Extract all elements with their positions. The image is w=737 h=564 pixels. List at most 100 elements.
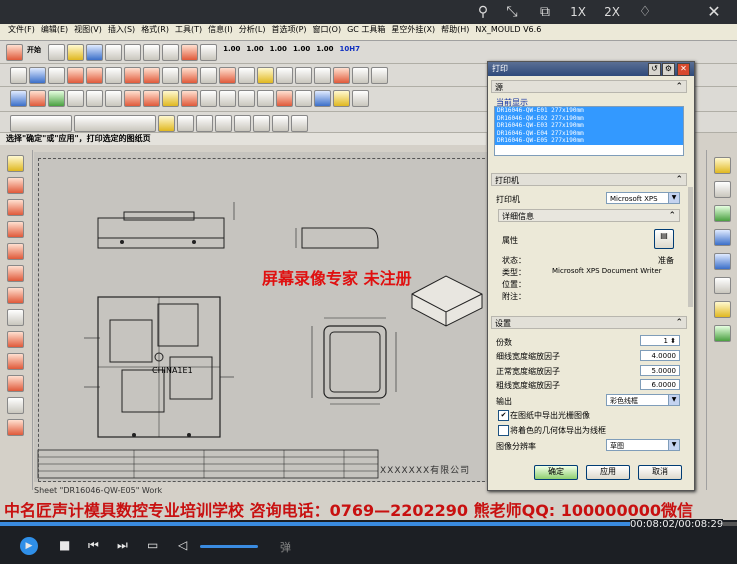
triangle-icon[interactable] [219,90,236,107]
midpoint-icon[interactable] [215,115,232,132]
pencil-icon[interactable] [180,44,198,61]
line-width-5[interactable]: 1.00 [316,45,333,53]
section-view-icon[interactable] [124,67,141,84]
angular-dim-icon[interactable] [7,287,24,304]
target-icon[interactable] [257,90,274,107]
surface-finish-icon[interactable] [295,90,312,107]
break-view-icon[interactable] [181,67,198,84]
reset-icon[interactable]: ↺ [648,63,661,76]
centerline-icon[interactable] [352,67,369,84]
undo-icon[interactable] [104,44,122,61]
sheet-icon[interactable] [48,67,65,84]
thin-width-input[interactable]: 4.0000 [640,350,680,361]
display-icon[interactable] [219,67,236,84]
base-view-icon[interactable] [67,67,84,84]
sheet-list-item[interactable]: DR16046-QW-E03 277x190mm [495,122,683,130]
popout-icon[interactable]: ⧉ [532,2,558,22]
diameter-dim-icon[interactable] [7,353,24,370]
next-icon[interactable]: ⏭ [117,538,128,553]
note-frame-icon[interactable] [67,90,84,107]
apply-button[interactable]: 应用 [586,465,630,480]
vertical-dim-icon[interactable] [7,199,24,216]
ordinate-tool-icon[interactable] [7,419,24,436]
sheet-list-item[interactable]: DR16046-QW-E02 277x190mm [495,114,683,123]
remove-view-icon[interactable] [314,67,331,84]
pin-icon[interactable]: ⚲ [470,2,496,22]
constraint-navigator-icon[interactable] [714,181,731,198]
hole-dim-icon[interactable] [7,331,24,348]
roles-icon[interactable] [714,325,731,342]
intersection-icon[interactable] [253,115,270,132]
half-section-icon[interactable] [143,67,160,84]
text-icon[interactable] [314,90,331,107]
center-icon[interactable] [272,115,289,132]
start-icon[interactable] [6,44,23,61]
speed-2x-button[interactable]: 2X [599,2,625,22]
settings-icon[interactable]: ⚙ [662,63,675,76]
parallel-dim-icon[interactable] [7,221,24,238]
arc-length-icon[interactable] [7,397,24,414]
sheet-list-item[interactable]: DR16046-QW-E05 277x190mm [495,137,683,145]
endpoint-icon[interactable] [196,115,213,132]
output-select[interactable]: 彩色线框 ▼ [606,394,680,406]
grid-icon[interactable] [124,90,141,107]
perpendicular-dim-icon[interactable] [7,243,24,260]
view-boundary-icon[interactable] [200,67,217,84]
dialog-close-icon[interactable]: ✕ [677,63,690,76]
control-point-icon[interactable] [234,115,251,132]
volume-icon[interactable]: ◁ [178,538,187,552]
dimension-tool-icon[interactable] [7,177,24,194]
system-materials-icon[interactable] [714,301,731,318]
shaded-wireframe-checkbox[interactable] [498,425,509,436]
projected-view-icon[interactable] [86,67,103,84]
update-view-icon[interactable] [238,67,255,84]
chamfer-dim-icon[interactable] [29,90,46,107]
volume-slider[interactable] [200,545,258,548]
select-arrow-icon[interactable] [7,155,24,172]
new-file-icon[interactable] [47,44,65,61]
previous-icon[interactable]: ⏮ [88,538,99,553]
select-icon[interactable] [29,67,46,84]
angle-icon[interactable] [238,90,255,107]
play-icon[interactable]: ▶ [20,537,38,555]
hidden-line-icon[interactable] [333,67,350,84]
chamfer-tool-icon[interactable] [7,265,24,282]
dialog-scrollbar[interactable] [688,187,693,307]
assembly-navigator-icon[interactable] [714,157,731,174]
normal-width-input[interactable]: 5.0000 [640,365,680,376]
wireframe-icon[interactable] [161,44,179,61]
revolved-section-icon[interactable] [162,67,179,84]
danmu-toggle[interactable]: 弹 [280,539,291,555]
cylindrical-dim-icon[interactable] [7,309,24,326]
line-width-3[interactable]: 1.00 [270,45,287,53]
printer-section-header[interactable]: 打印机 ⌃ [491,173,687,186]
line-width-4[interactable]: 1.00 [293,45,310,53]
printer-select[interactable]: Microsoft XPS ▼ [606,192,680,204]
symbol-icon[interactable] [371,67,388,84]
shrink-icon[interactable]: ⤡ [499,2,525,22]
reuse-library-icon[interactable] [714,229,731,246]
copies-spinner[interactable]: 1 ⬍ [640,335,680,346]
line-width-2[interactable]: 1.00 [246,45,263,53]
part-navigator-icon[interactable] [714,205,731,222]
details-header[interactable]: 详细信息 ⌃ [498,209,680,222]
note-icon[interactable] [199,44,217,61]
speed-1x-button[interactable]: 1X [565,2,591,22]
sheet-list[interactable]: DR16046-QW-E01 277x190mm DR16046-QW-E02 … [494,106,684,156]
save-icon[interactable] [85,44,103,61]
offset-icon[interactable] [162,90,179,107]
detail-view-icon[interactable] [105,67,122,84]
weld-icon[interactable] [352,90,369,107]
close-icon[interactable]: ✕ [701,2,727,22]
radius-dim-icon[interactable] [7,375,24,392]
abc-text-icon[interactable] [200,90,217,107]
line-width-1[interactable]: 1.00 [223,45,240,53]
raster-checkbox[interactable]: ✔ [498,410,509,421]
ok-button[interactable]: 确定 [534,465,578,480]
datum-icon[interactable] [333,90,350,107]
table-icon[interactable] [86,90,103,107]
thick-width-input[interactable]: 6.0000 [640,379,680,390]
view-style-icon[interactable] [257,67,274,84]
ordinate-icon[interactable] [48,90,65,107]
filter-dropdown[interactable] [10,115,72,132]
